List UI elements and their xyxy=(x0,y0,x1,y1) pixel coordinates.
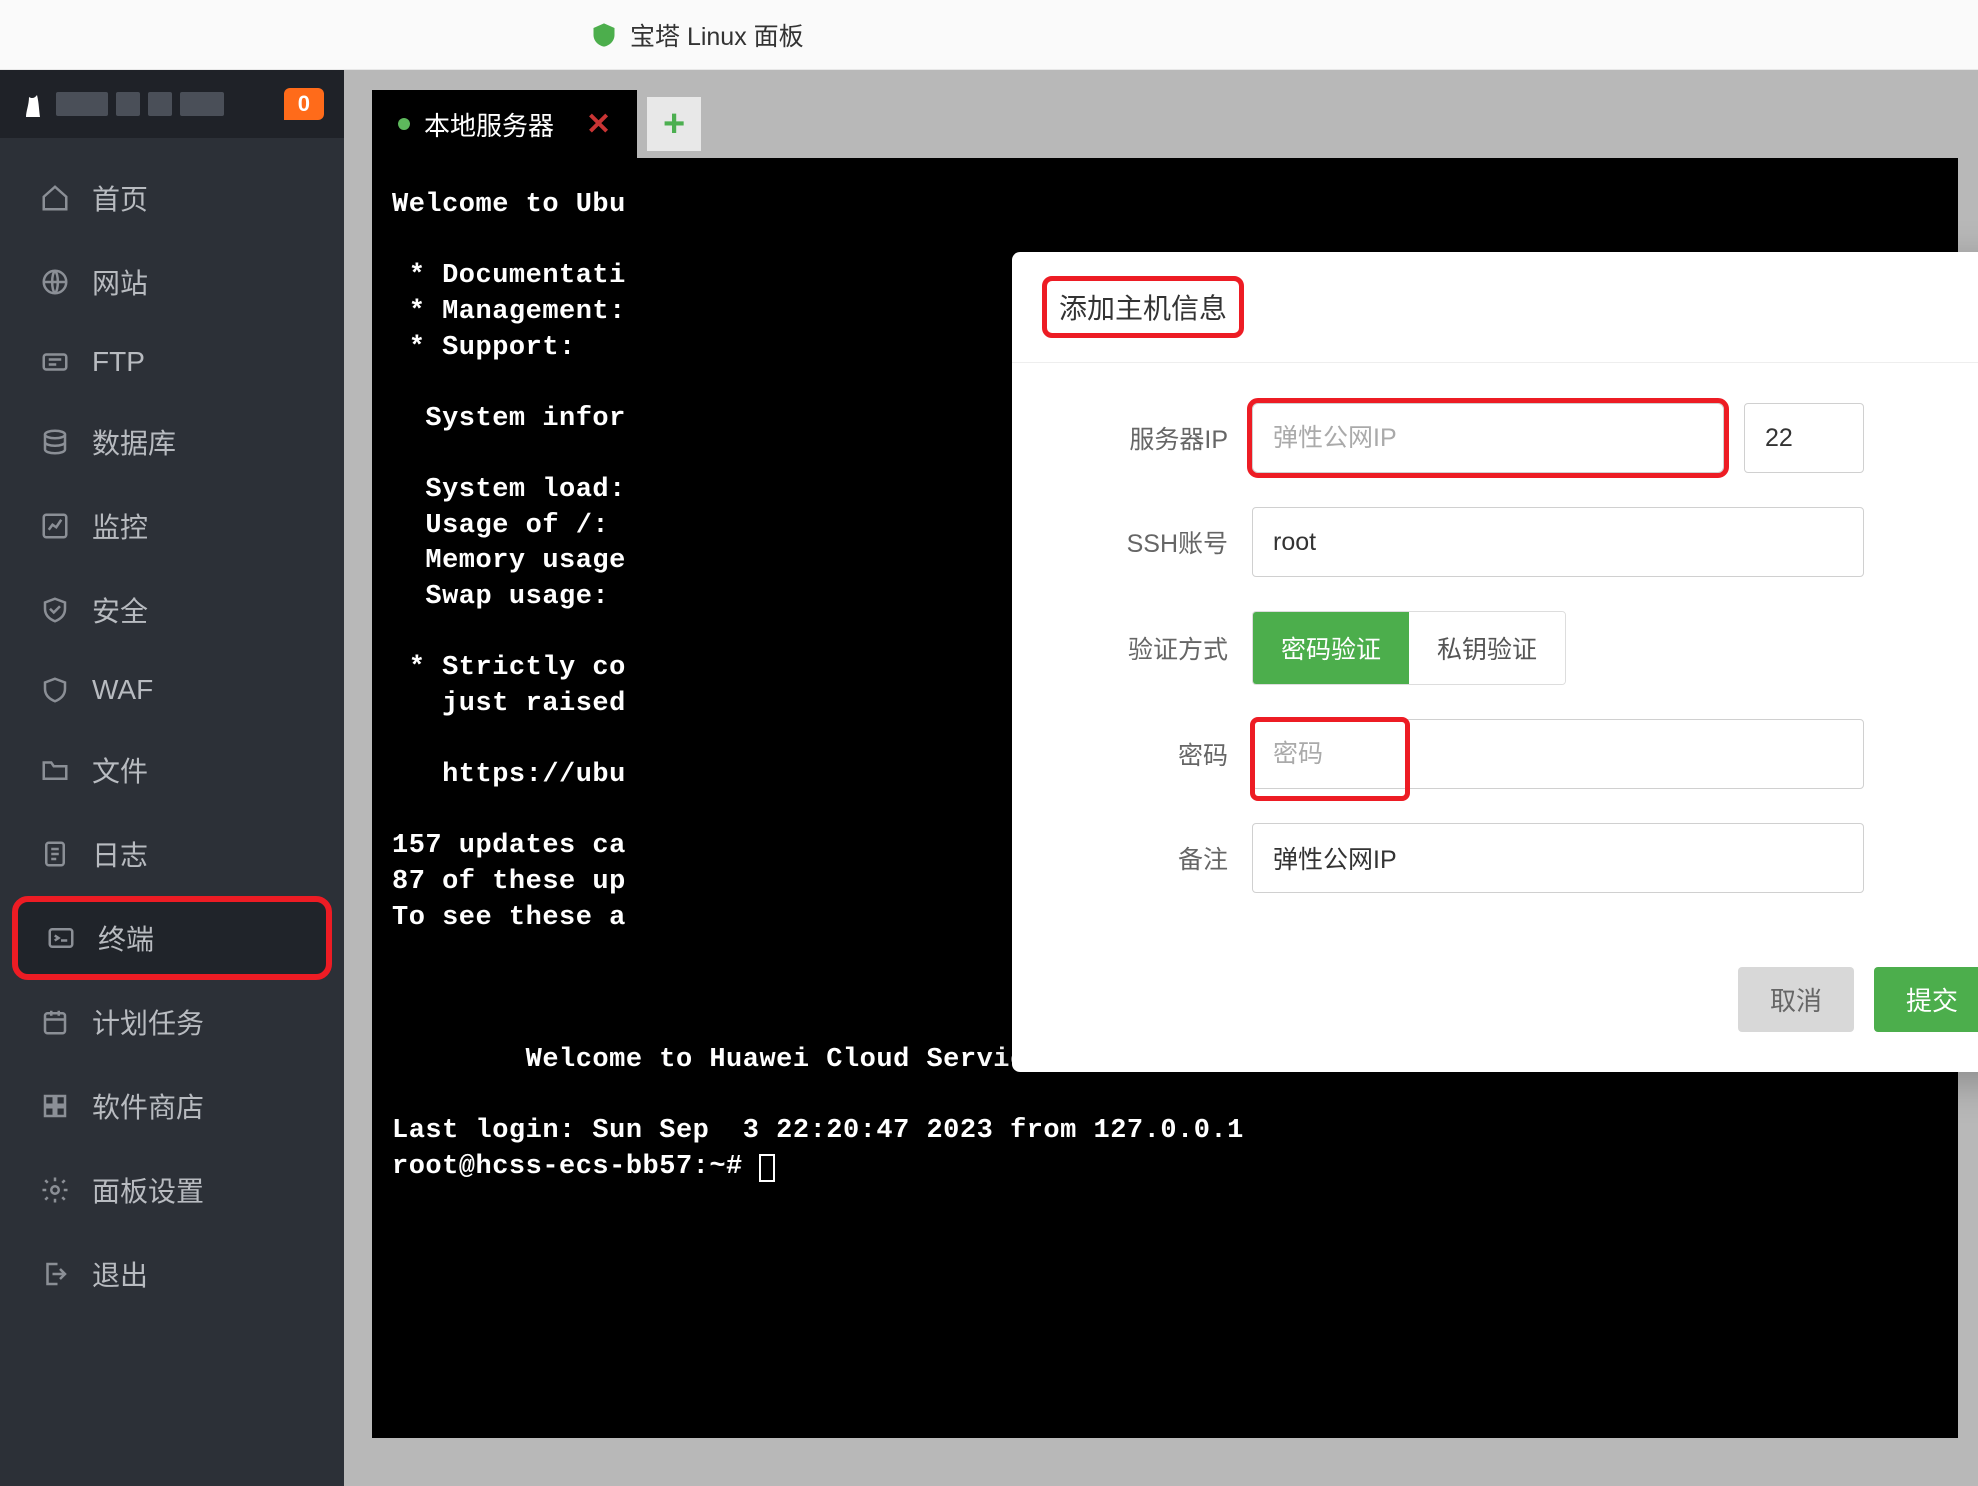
terminal-tab-local[interactable]: 本地服务器 ✕ xyxy=(372,90,637,158)
nav-terminal[interactable]: 终端 xyxy=(12,896,332,980)
topbar-title: 宝塔 Linux 面板 xyxy=(630,17,804,53)
globe-icon xyxy=(40,267,70,297)
calendar-icon xyxy=(40,1007,70,1037)
terminal-icon xyxy=(46,923,76,953)
gear-icon xyxy=(40,1175,70,1205)
auth-toggle: 密码验证 私钥验证 xyxy=(1252,611,1566,685)
tab-label: 本地服务器 xyxy=(424,106,554,143)
auth-key-option[interactable]: 私钥验证 xyxy=(1409,612,1565,684)
exit-icon xyxy=(40,1259,70,1289)
cursor-icon xyxy=(759,1154,775,1182)
label-auth-method: 验证方式 xyxy=(1072,630,1252,666)
log-icon xyxy=(40,839,70,869)
remark-input[interactable] xyxy=(1252,823,1864,893)
cancel-button[interactable]: 取消 xyxy=(1738,967,1854,1032)
topbar: 宝塔 Linux 面板 xyxy=(0,0,1978,70)
nav-security[interactable]: 安全 xyxy=(0,568,344,652)
chart-icon xyxy=(40,511,70,541)
nav-home[interactable]: 首页 xyxy=(0,156,344,240)
add-tab-button[interactable]: + xyxy=(647,97,701,151)
nav-waf[interactable]: WAF xyxy=(0,652,344,728)
app-logo-icon xyxy=(590,21,618,49)
label-ssh-account: SSH账号 xyxy=(1072,524,1252,560)
database-icon xyxy=(40,427,70,457)
grid-icon xyxy=(40,1091,70,1121)
nav-site[interactable]: 网站 xyxy=(0,240,344,324)
auth-password-option[interactable]: 密码验证 xyxy=(1253,612,1409,684)
add-host-modal: ✕ 添加主机信息 服务器IP SSH账号 验证方式 密码验证 私钥验证 xyxy=(1012,252,1978,1072)
ssh-account-input[interactable] xyxy=(1252,507,1864,577)
label-password: 密码 xyxy=(1072,736,1252,772)
nav-monitor[interactable]: 监控 xyxy=(0,484,344,568)
terminal-tabbar: 本地服务器 ✕ + xyxy=(372,90,1958,158)
nav-settings[interactable]: 面板设置 xyxy=(0,1148,344,1232)
ftp-icon xyxy=(40,347,70,377)
close-icon[interactable]: ✕ xyxy=(586,107,611,142)
server-ip-input[interactable] xyxy=(1252,403,1724,473)
password-input[interactable] xyxy=(1252,719,1864,789)
sidebar-header: 0 xyxy=(0,70,344,138)
folder-icon xyxy=(40,755,70,785)
nav-cron[interactable]: 计划任务 xyxy=(0,980,344,1064)
server-ip-mask xyxy=(56,92,274,116)
nav-ftp[interactable]: FTP xyxy=(0,324,344,400)
nav-logs[interactable]: 日志 xyxy=(0,812,344,896)
nav-database[interactable]: 数据库 xyxy=(0,400,344,484)
nav-store[interactable]: 软件商店 xyxy=(0,1064,344,1148)
content-area: 本地服务器 ✕ + Welcome to Ubu * Documentati *… xyxy=(344,70,1978,1486)
logo-icon xyxy=(20,89,46,119)
shield-check-icon xyxy=(40,595,70,625)
label-remark: 备注 xyxy=(1072,840,1252,876)
sidebar: 0 首页 网站 FTP 数据库 监控 安全 WAF 文件 日志 终端 计划任务 … xyxy=(0,70,344,1486)
label-server-ip: 服务器IP xyxy=(1072,420,1252,456)
submit-button[interactable]: 提交 xyxy=(1874,967,1978,1032)
nav: 首页 网站 FTP 数据库 监控 安全 WAF 文件 日志 终端 计划任务 软件… xyxy=(0,138,344,1316)
notification-badge[interactable]: 0 xyxy=(284,88,324,120)
modal-title: 添加主机信息 xyxy=(1012,252,1978,363)
nav-files[interactable]: 文件 xyxy=(0,728,344,812)
port-input[interactable] xyxy=(1744,403,1864,473)
status-dot-icon xyxy=(398,118,410,130)
shield-icon xyxy=(40,675,70,705)
home-icon xyxy=(40,183,70,213)
nav-exit[interactable]: 退出 xyxy=(0,1232,344,1316)
